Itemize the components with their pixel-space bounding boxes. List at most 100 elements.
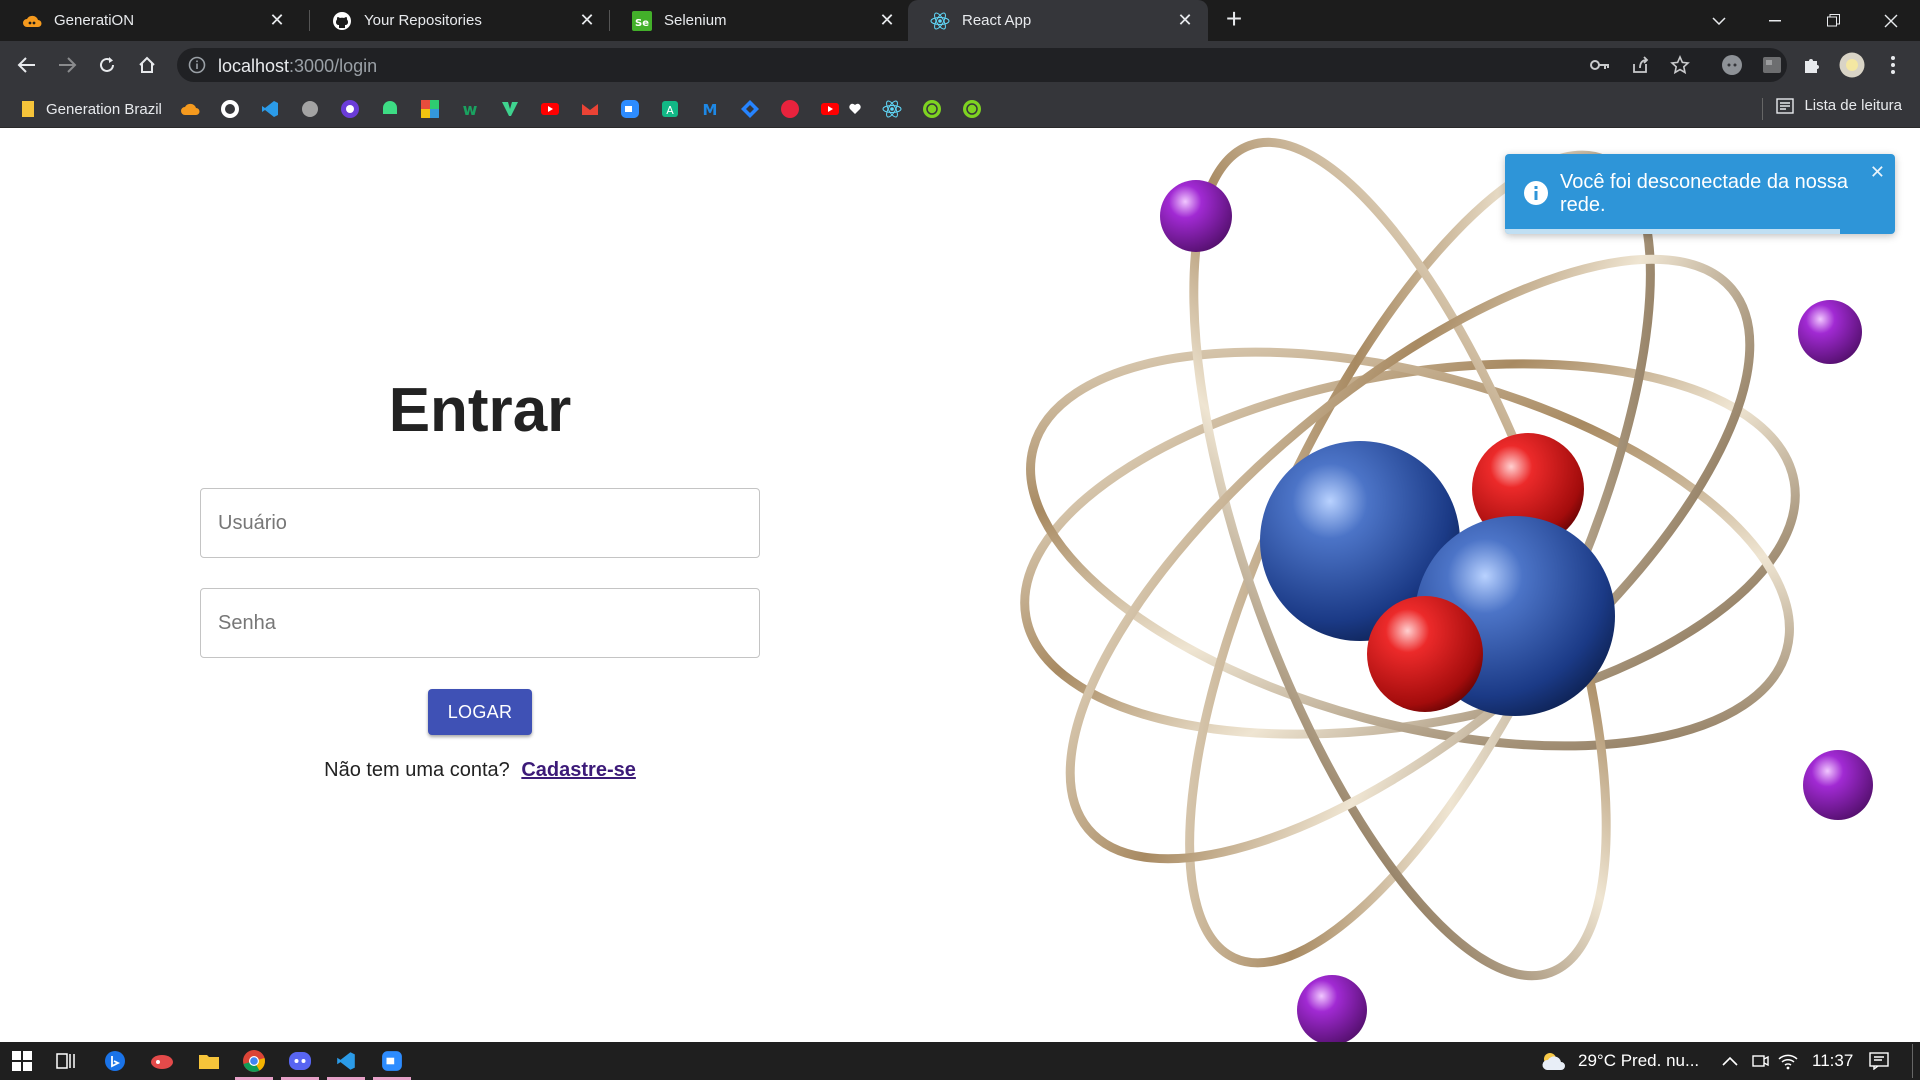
selenium-icon: Se — [632, 10, 652, 31]
close-icon[interactable]: ✕ — [268, 11, 286, 29]
svg-text:M: M — [703, 101, 718, 119]
username-field[interactable] — [200, 488, 760, 558]
tab-label: Selenium — [664, 12, 727, 29]
tab-react-app[interactable]: React App ✕ — [908, 0, 1208, 41]
tab-search-chevron-icon[interactable] — [1696, 0, 1742, 41]
svg-text:A: A — [666, 104, 674, 117]
star-bookmark-icon[interactable] — [1667, 52, 1693, 78]
close-icon[interactable]: ✕ — [878, 11, 896, 29]
green-globe-icon[interactable] — [922, 99, 942, 119]
reading-list-button[interactable]: Lista de leitura — [1776, 97, 1902, 114]
screenshot-extension-icon[interactable] — [1759, 52, 1785, 78]
tab-selenium[interactable]: Se Selenium ✕ — [610, 0, 910, 41]
key-icon[interactable] — [1587, 52, 1613, 78]
toast-message: Você foi desconectade da nossa rede. — [1560, 171, 1848, 216]
vscode-icon[interactable] — [260, 99, 280, 119]
bookmark-folder-generation-brazil[interactable]: Generation Brazil — [20, 98, 162, 120]
address-bar[interactable]: localhost:3000/login — [177, 48, 1787, 82]
grid-icon[interactable] — [420, 99, 440, 119]
disconnected-toast: Você foi desconectade da nossa rede. ✕ — [1505, 154, 1895, 234]
password-input[interactable] — [201, 589, 759, 657]
clock-time[interactable]: 11:37 — [1812, 1051, 1853, 1071]
zoom-taskbar-icon[interactable] — [373, 1048, 411, 1080]
vscode-taskbar-icon[interactable] — [327, 1048, 365, 1080]
red-circle-icon[interactable] — [780, 99, 800, 119]
jira-icon[interactable] — [740, 99, 760, 119]
chrome-taskbar-icon[interactable] — [235, 1048, 273, 1080]
tab-your-repositories[interactable]: Your Repositories ✕ — [310, 0, 610, 41]
heart-icon[interactable] — [848, 99, 862, 119]
info-icon[interactable] — [187, 55, 207, 75]
m-icon[interactable]: M — [700, 99, 720, 119]
discord-taskbar-icon[interactable] — [281, 1048, 319, 1080]
taskbar: 29°C Pred. nu... 11:37 — [0, 1042, 1920, 1080]
new-tab-button[interactable]: + — [1221, 5, 1247, 33]
close-icon[interactable]: ✕ — [1870, 162, 1885, 183]
login-form: Entrar LOGAR Não tem uma conta? Cadastre… — [0, 129, 960, 1042]
reading-list-icon — [1776, 97, 1795, 114]
weather-text[interactable]: 29°C Pred. nu... — [1578, 1051, 1699, 1071]
twitch-like-icon[interactable] — [340, 99, 360, 119]
tab-strip: GeneratiON ✕ Your Repositories ✕ Se Sele… — [0, 0, 1920, 41]
minimize-button[interactable] — [1752, 0, 1798, 41]
home-button[interactable] — [133, 51, 161, 79]
wifi-icon[interactable] — [1775, 1048, 1801, 1074]
bookmarks-bar: Generation Brazil w A M Lista de leitura — [0, 89, 1920, 128]
share-icon[interactable] — [1627, 52, 1653, 78]
reload-button[interactable] — [93, 51, 121, 79]
youtube-icon[interactable] — [820, 99, 840, 119]
bing-icon[interactable] — [102, 1048, 128, 1074]
browser-toolbar: localhost:3000/login — [0, 41, 1920, 89]
bookmark-folder-icon — [22, 101, 34, 117]
signup-link[interactable]: Cadastre-se — [521, 759, 636, 781]
info-icon — [1524, 181, 1548, 205]
show-desktop-divider[interactable] — [1912, 1044, 1913, 1078]
game-app-icon[interactable] — [149, 1048, 175, 1074]
close-window-button[interactable] — [1868, 0, 1914, 41]
svg-text:w: w — [463, 100, 478, 119]
url-host: localhost — [218, 56, 290, 76]
username-input[interactable] — [201, 489, 759, 557]
w-icon[interactable]: w — [460, 99, 480, 119]
password-field[interactable] — [200, 588, 760, 658]
react-icon[interactable] — [882, 99, 902, 119]
back-button[interactable] — [13, 51, 41, 79]
tab-label: React App — [962, 12, 1032, 29]
youtube-icon[interactable] — [540, 99, 560, 119]
windows-start-icon[interactable] — [9, 1048, 35, 1074]
github-icon — [332, 11, 352, 31]
restore-button[interactable] — [1810, 0, 1856, 41]
tab-generation[interactable]: GeneratiON ✕ — [0, 0, 300, 41]
weather-cloud-icon[interactable] — [1540, 1050, 1568, 1072]
task-view-icon[interactable] — [54, 1048, 80, 1074]
zoom-icon[interactable] — [620, 99, 640, 119]
bookmark-folder-label: Generation Brazil — [46, 100, 162, 118]
ghost-icon[interactable] — [300, 99, 320, 119]
cloud-orange-icon — [22, 11, 42, 31]
login-button[interactable]: LOGAR — [428, 689, 532, 735]
green-globe-icon[interactable] — [962, 99, 982, 119]
translate-icon[interactable]: A — [660, 99, 680, 119]
profile-avatar[interactable] — [1839, 52, 1865, 78]
chevron-up-icon[interactable] — [1717, 1048, 1743, 1074]
notifications-icon[interactable] — [1866, 1048, 1892, 1074]
signup-prompt: Não tem uma conta? — [324, 759, 510, 781]
extensions-puzzle-icon[interactable] — [1799, 52, 1825, 78]
github-icon[interactable] — [220, 99, 240, 119]
tab-label: Your Repositories — [364, 12, 482, 29]
close-icon[interactable]: ✕ — [1176, 11, 1194, 29]
cloud-icon[interactable] — [180, 99, 200, 119]
close-icon[interactable]: ✕ — [578, 11, 596, 29]
meet-now-icon[interactable] — [1747, 1048, 1773, 1074]
url-text[interactable]: localhost:3000/login — [218, 56, 377, 77]
signup-row: Não tem uma conta? Cadastre-se — [0, 759, 960, 782]
svg-text:Se: Se — [635, 18, 649, 29]
v-icon[interactable] — [500, 99, 520, 119]
forward-button[interactable] — [53, 51, 81, 79]
menu-kebab-icon[interactable] — [1880, 52, 1906, 78]
gmail-icon[interactable] — [580, 99, 600, 119]
android-icon[interactable] — [380, 99, 400, 119]
discord-extension-icon[interactable] — [1719, 52, 1745, 78]
page-viewport: Entrar LOGAR Não tem uma conta? Cadastre… — [0, 129, 1920, 1042]
file-explorer-icon[interactable] — [196, 1048, 222, 1074]
